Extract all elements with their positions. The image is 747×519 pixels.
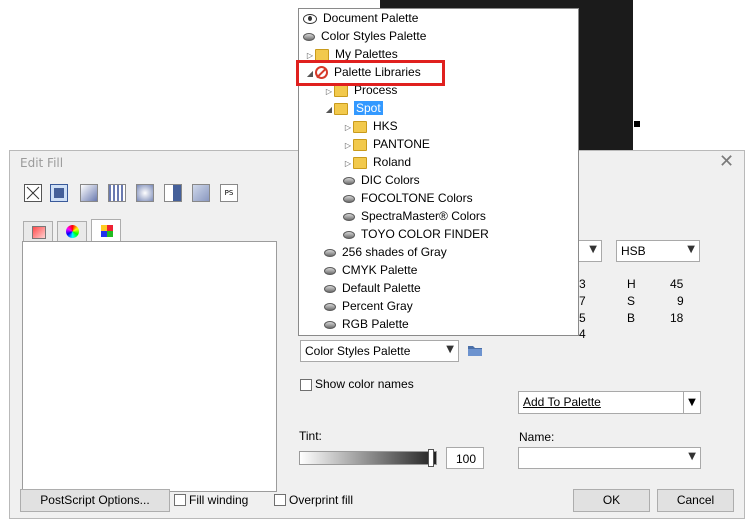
add-to-palette-button[interactable]: Add To Palette ▼: [518, 391, 701, 414]
hsb-b-value[interactable]: 18: [670, 311, 683, 325]
tint-value: 100: [456, 452, 477, 466]
two-color-fill-icon[interactable]: [164, 184, 182, 202]
selection-handle[interactable]: [634, 121, 640, 127]
show-color-names-checkbox[interactable]: [300, 379, 312, 391]
cancel-button[interactable]: Cancel: [657, 489, 734, 512]
palette-icon: [343, 212, 355, 221]
tree-item-spot[interactable]: ◢ Spot: [324, 99, 383, 117]
dialog-title: Edit Fill: [20, 156, 64, 170]
tree-item-default-palette[interactable]: Default Palette: [324, 279, 421, 297]
tree-item-spectramaster-colors[interactable]: SpectraMaster® Colors: [343, 207, 486, 225]
folder-icon: [334, 84, 348, 97]
palette-icon: [343, 194, 355, 203]
hsb-h-label: H: [627, 277, 636, 291]
uniform-fill-icon[interactable]: [50, 184, 68, 202]
tint-input[interactable]: 100: [446, 447, 484, 469]
palette-icon: [324, 266, 336, 275]
tree-item-hks[interactable]: ▷ HKS: [343, 117, 398, 135]
name-label: Name:: [519, 430, 555, 444]
palette-icon: [324, 284, 336, 293]
tree-item-pantone[interactable]: ▷ PANTONE: [343, 135, 430, 153]
postscript-options-button[interactable]: PostScript Options...: [20, 489, 170, 512]
hsb-s-value[interactable]: 9: [677, 294, 684, 308]
tree-item-cmyk-palette[interactable]: CMYK Palette: [324, 261, 417, 279]
tree-item-toyo-color-finder[interactable]: TOYO COLOR FINDER: [343, 225, 489, 243]
highlight-box: [296, 60, 445, 86]
tree-item-document-palette[interactable]: Document Palette: [303, 9, 418, 27]
value-digit: 3: [579, 277, 586, 291]
add-to-palette-label: Add To Palette: [523, 395, 601, 409]
fill-winding-checkbox[interactable]: [174, 494, 186, 506]
overprint-fill-label: Overprint fill: [289, 493, 354, 507]
hsb-b-label: B: [627, 311, 636, 325]
tint-slider[interactable]: [299, 451, 437, 465]
eye-icon: [303, 13, 317, 24]
chevron-down-icon: ▼: [446, 344, 454, 355]
folder-icon: [353, 120, 367, 133]
tint-slider-thumb[interactable]: [428, 449, 434, 467]
overprint-fill-checkbox[interactable]: [274, 494, 286, 506]
hsb-s-label: S: [627, 294, 636, 308]
chevron-down-icon: ▼: [688, 451, 696, 462]
value-digit: 7: [579, 294, 586, 308]
palette-icon: [343, 176, 355, 185]
folder-icon: [334, 102, 348, 115]
collapse-arrow-icon[interactable]: ◢: [324, 101, 334, 119]
postscript-fill-icon[interactable]: PS: [220, 184, 238, 202]
tab-color-viewer[interactable]: [23, 221, 53, 241]
folder-icon: [353, 156, 367, 169]
tab-color-palettes[interactable]: [91, 219, 121, 241]
texture-fill-icon[interactable]: [136, 184, 154, 202]
show-color-names-label: Show color names: [315, 377, 414, 391]
tree-item-color-styles-palette[interactable]: Color Styles Palette: [303, 27, 426, 45]
fountain-fill-icon[interactable]: [80, 184, 98, 202]
chevron-down-icon: ▼: [687, 244, 695, 255]
tree-item-dic-colors[interactable]: DIC Colors: [343, 171, 420, 189]
palette-icon: [324, 320, 336, 329]
color-swatch-panel[interactable]: [22, 241, 277, 492]
color-model-select[interactable]: HSB ▼: [616, 240, 700, 262]
palette-icon: [324, 302, 336, 311]
chevron-down-icon: ▼: [589, 244, 597, 255]
value-digit: 5: [579, 311, 586, 325]
palette-select[interactable]: Color Styles Palette ▼: [300, 340, 459, 362]
close-icon[interactable]: ✕: [719, 151, 734, 172]
folder-icon: [353, 138, 367, 151]
tree-item-rgb-palette[interactable]: RGB Palette: [324, 315, 409, 333]
tree-item-focoltone-colors[interactable]: FOCOLTONE Colors: [343, 189, 473, 207]
tree-item-percent-gray[interactable]: Percent Gray: [324, 297, 413, 315]
hsb-h-value[interactable]: 45: [670, 277, 683, 291]
bitmap-fill-icon[interactable]: [192, 184, 210, 202]
open-palette-folder-icon[interactable]: [467, 343, 483, 360]
fill-winding-label: Fill winding: [189, 493, 249, 507]
palette-icon: [324, 248, 336, 257]
color-model-value: HSB: [621, 244, 646, 258]
palette-select-value: Color Styles Palette: [305, 344, 411, 358]
tint-label: Tint:: [299, 429, 322, 443]
no-fill-icon[interactable]: [24, 184, 42, 202]
ok-button[interactable]: OK: [573, 489, 650, 512]
palette-tree-popup: Document Palette Color Styles Palette ▷ M…: [298, 8, 579, 336]
tree-item-roland[interactable]: ▷ Roland: [343, 153, 411, 171]
name-field[interactable]: ▼: [518, 447, 701, 469]
tab-color-harmonies[interactable]: [57, 221, 87, 241]
tree-item-256-shades-of-gray[interactable]: 256 shades of Gray: [324, 243, 447, 261]
palette-icon: [343, 230, 355, 239]
pattern-fill-icon[interactable]: [108, 184, 126, 202]
value-digit: 4: [579, 327, 586, 341]
palette-icon: [303, 32, 315, 41]
add-to-palette-dropdown-icon[interactable]: ▼: [683, 392, 700, 413]
